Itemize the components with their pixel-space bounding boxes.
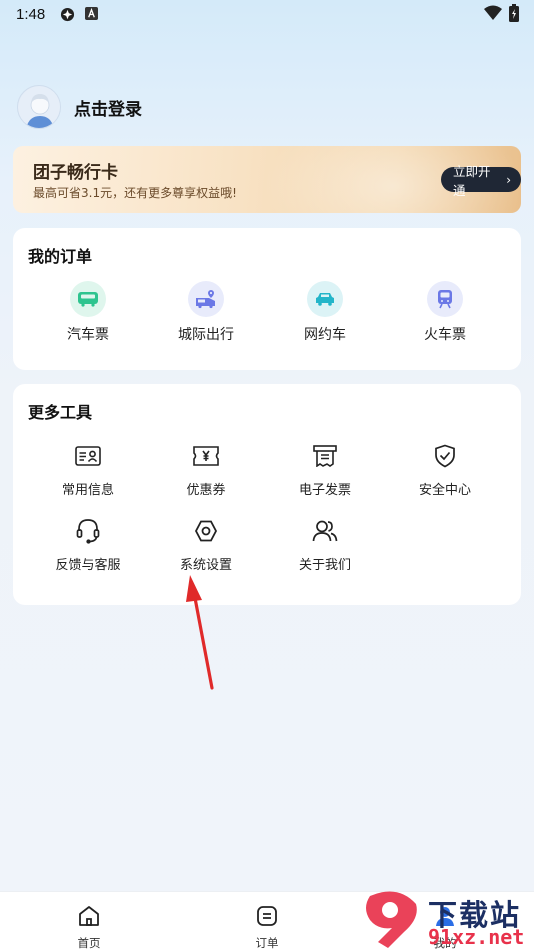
car-icon <box>307 281 343 317</box>
member-card-title: 团子畅行卡 <box>33 163 118 183</box>
tool-security-center[interactable]: 安全中心 <box>387 442 503 498</box>
order-ride-hailing-label: 网约车 <box>304 327 346 343</box>
more-tools-title: 更多工具 <box>28 403 93 422</box>
tool-coupon-label: 优惠券 <box>186 483 226 498</box>
activate-now-label: 立即开通 <box>453 163 491 198</box>
a-badge-icon <box>85 7 98 20</box>
tool-e-invoice-label: 电子发票 <box>298 483 351 498</box>
default-avatar-icon <box>18 86 60 128</box>
avatar[interactable] <box>17 85 61 129</box>
app-notification-icon <box>60 7 75 22</box>
watermark-url: 91xz.net <box>428 925 525 949</box>
status-bar: 1:48 <box>0 0 534 30</box>
order-icon <box>257 906 277 926</box>
wifi-icon <box>484 5 502 20</box>
bus-icon <box>70 281 106 317</box>
login-label[interactable]: 点击登录 <box>74 95 142 120</box>
home-icon <box>79 906 99 926</box>
order-bus-ticket[interactable]: 汽车票 <box>30 281 146 344</box>
tool-security-center-label: 安全中心 <box>418 483 471 498</box>
coupon-icon <box>192 442 220 470</box>
id-card-icon <box>74 442 102 470</box>
order-train-label: 火车票 <box>424 327 466 343</box>
tool-common-info[interactable]: 常用信息 <box>30 442 146 498</box>
tool-feedback-support[interactable]: 反馈与客服 <box>30 517 146 573</box>
profile-login[interactable]: 点击登录 <box>17 84 142 130</box>
train-icon <box>427 281 463 317</box>
shield-check-icon <box>431 442 459 470</box>
order-ride-hailing[interactable]: 网约车 <box>267 281 383 344</box>
my-orders-title: 我的订单 <box>28 247 93 266</box>
order-bus-ticket-label: 汽车票 <box>67 327 109 343</box>
member-card-banner[interactable]: 团子畅行卡 最高可省3.1元，还有更多尊享权益哦! 立即开通 › <box>13 146 521 213</box>
tool-feedback-label: 反馈与客服 <box>55 558 121 573</box>
chevron-right-icon: › <box>506 172 511 187</box>
headset-icon <box>74 517 102 545</box>
nav-orders[interactable]: 订单 <box>237 904 297 950</box>
tool-common-info-label: 常用信息 <box>61 483 114 498</box>
more-tools-card: 更多工具 常用信息 优惠券 电子发票 安全中心 反馈与客服 系统设置 关于我们 <box>13 384 521 605</box>
tool-about-us-label: 关于我们 <box>298 558 351 573</box>
order-train-ticket[interactable]: 火车票 <box>387 281 503 344</box>
red-annotation-arrow <box>186 575 214 690</box>
tool-coupon[interactable]: 优惠券 <box>148 442 264 498</box>
member-card-subtitle: 最高可省3.1元，还有更多尊享权益哦! <box>33 186 237 200</box>
tool-about-us[interactable]: 关于我们 <box>267 517 383 573</box>
my-orders-card: 我的订单 汽车票 城际出行 网约车 火车票 <box>13 228 521 370</box>
activate-now-button[interactable]: 立即开通 › <box>441 164 521 198</box>
users-icon <box>311 517 339 545</box>
status-time: 1:48 <box>16 6 46 23</box>
settings-icon <box>192 517 220 545</box>
nav-orders-label: 订单 <box>255 936 279 950</box>
invoice-icon <box>311 442 339 470</box>
tool-e-invoice[interactable]: 电子发票 <box>267 442 383 498</box>
tool-system-settings[interactable]: 系统设置 <box>148 517 264 573</box>
nav-home-label: 首页 <box>77 936 101 950</box>
nav-home[interactable]: 首页 <box>59 904 119 950</box>
van-location-icon <box>188 281 224 317</box>
order-intercity-travel[interactable]: 城际出行 <box>148 281 264 344</box>
order-intercity-label: 城际出行 <box>178 327 234 343</box>
battery-icon <box>509 4 519 22</box>
